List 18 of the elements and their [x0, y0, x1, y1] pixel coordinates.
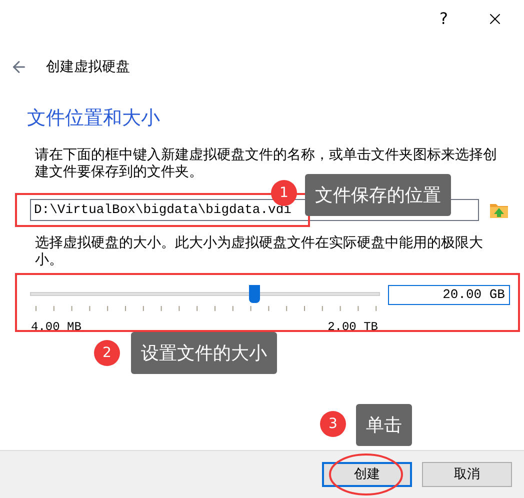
size-slider[interactable]: [30, 284, 380, 302]
step-badge: 2: [94, 340, 120, 366]
max-size-label: 2.00 TB: [328, 318, 378, 336]
callout-label: 单击: [356, 404, 412, 446]
callout-label: 文件保存的位置: [305, 174, 451, 216]
size-description: 选择虚拟硬盘的大小。此大小为虚拟硬盘文件在实际硬盘中能用的极限大小。: [34, 234, 484, 268]
slider-thumb[interactable]: [249, 284, 260, 302]
section-title: 文件位置和大小: [26, 106, 161, 131]
wizard-title: 创建虚拟硬盘: [46, 58, 130, 76]
min-size-label: 4.00 MB: [31, 318, 82, 336]
step-badge: 3: [320, 411, 346, 437]
back-icon[interactable]: [10, 58, 28, 76]
help-button[interactable]: ?: [440, 7, 448, 31]
dialog-button[interactable]: 取消: [422, 462, 512, 487]
size-field[interactable]: 20.00 GB: [388, 284, 510, 304]
dialog-button[interactable]: 创建: [322, 462, 412, 487]
callout-label: 设置文件的大小: [131, 332, 277, 374]
step-badge: 1: [271, 180, 297, 206]
